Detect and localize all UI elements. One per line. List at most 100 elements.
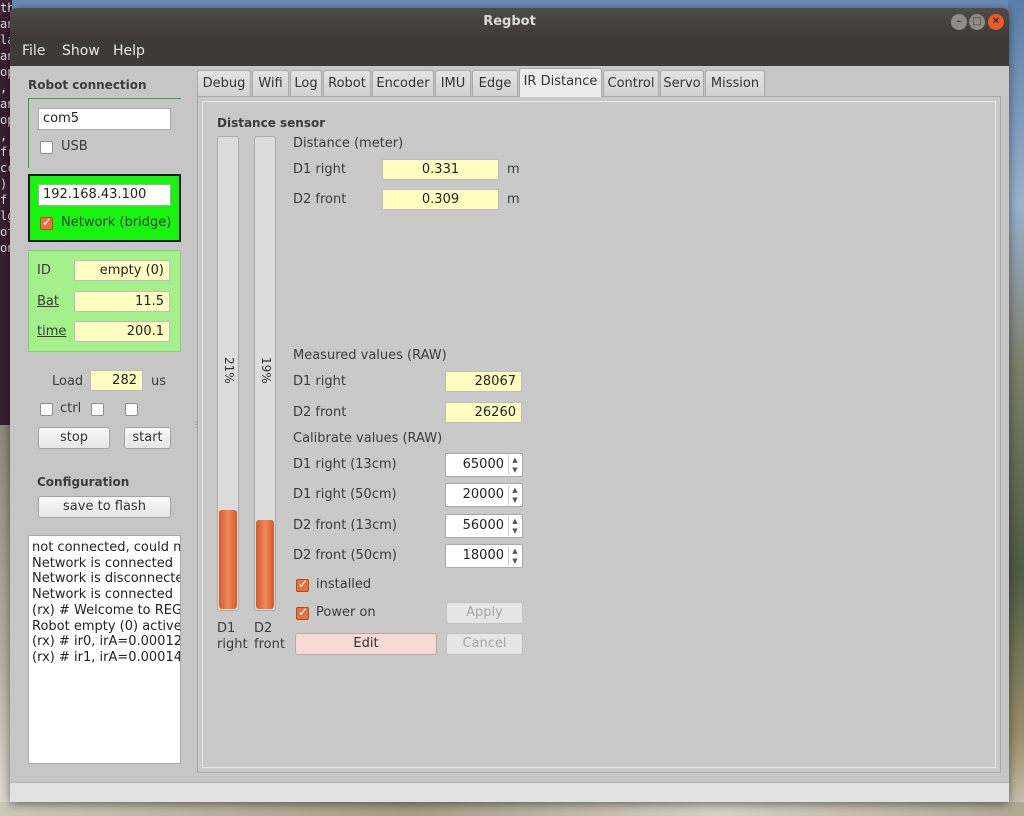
save-to-flash-button[interactable]: save to flash — [38, 496, 171, 518]
raw-d2-front-value: 26260 — [445, 402, 522, 423]
start-button[interactable]: start — [124, 427, 171, 449]
option-checkbox-2[interactable] — [91, 403, 104, 416]
calibrate-values-heading: Calibrate values (RAW) — [293, 431, 443, 446]
desktop-wallpaper-bottom — [0, 802, 1024, 816]
d1-distance-unit: m — [507, 162, 520, 177]
load-value: 282 — [90, 370, 143, 391]
installed-checkbox[interactable] — [296, 577, 309, 592]
robot-connection-heading: Robot connection — [28, 78, 147, 92]
time-value: 200.1 — [74, 321, 170, 342]
cal-d1-13cm-value: 65000 — [462, 457, 504, 472]
close-icon[interactable]: ✕ — [988, 14, 1004, 30]
desktop-wallpaper-right — [1008, 0, 1024, 816]
cal-d2-13cm-label: D2 front (13cm) — [293, 518, 397, 533]
usb-label: USB — [61, 139, 88, 154]
log-line: (rx) # Welcome to REGB — [32, 602, 181, 618]
splitter-handle[interactable]: ⋮ — [192, 420, 200, 430]
cal-d2-50cm-value: 18000 — [462, 548, 504, 563]
tab-wifi[interactable]: Wifi — [252, 70, 289, 97]
log-line: not connected, could no — [32, 540, 181, 555]
installed-label: installed — [316, 577, 372, 592]
connection-divider-left — [28, 98, 29, 168]
d2-distance-unit: m — [507, 192, 520, 207]
cal-d1-13cm-spinbox[interactable]: 65000 ▲ ▼ — [445, 453, 523, 477]
cal-d1-50cm-spinbox[interactable]: 20000 ▲ ▼ — [445, 483, 523, 507]
status-bar — [10, 782, 1009, 802]
tab-imu[interactable]: IMU — [435, 70, 471, 97]
d2-front-bar-label: D2 front — [254, 621, 285, 653]
tab-debug[interactable]: Debug — [197, 70, 251, 97]
id-value: empty (0) — [74, 260, 170, 281]
power-on-checkbox[interactable] — [296, 605, 309, 620]
tab-robot[interactable]: Robot — [323, 70, 371, 97]
d1-bar-label-line1: D1 — [217, 621, 236, 636]
battery-value: 11.5 — [74, 291, 170, 312]
spin-arrows-icon[interactable]: ▲ ▼ — [508, 485, 521, 505]
d2-front-level-bar: 19% — [254, 136, 276, 611]
tab-log[interactable]: Log — [290, 70, 322, 97]
menu-show[interactable]: Show — [62, 43, 100, 59]
ctrl-label: ctrl — [60, 401, 82, 416]
edit-button[interactable]: Edit — [295, 633, 437, 655]
network-bridge-label: Network (bridge) — [61, 215, 172, 230]
d2-bar-label-line1: D2 — [254, 621, 273, 636]
tab-servo[interactable]: Servo — [660, 70, 704, 97]
option-checkbox-3[interactable] — [125, 403, 138, 416]
usb-checkbox[interactable] — [40, 141, 53, 154]
measured-values-heading: Measured values (RAW) — [293, 348, 447, 363]
cal-d2-13cm-spinbox[interactable]: 56000 ▲ ▼ — [445, 514, 523, 538]
power-on-label: Power on — [316, 605, 376, 620]
d1-right-bar-label: D1 right — [217, 621, 248, 653]
menu-help[interactable]: Help — [113, 43, 145, 59]
cal-d2-50cm-spinbox[interactable]: 18000 ▲ ▼ — [445, 544, 523, 568]
d1-right-percent: 21% — [222, 357, 236, 384]
spin-arrows-icon[interactable]: ▲ ▼ — [508, 516, 521, 536]
time-label: time — [37, 324, 67, 339]
tab-control[interactable]: Control — [603, 70, 659, 97]
cal-d1-50cm-label: D1 right (50cm) — [293, 487, 397, 502]
log-line: Robot empty (0) active — [32, 618, 181, 634]
log-line: (rx) # ir0, irA=0.0001264 — [32, 634, 181, 650]
spin-arrows-icon[interactable]: ▲ ▼ — [508, 455, 521, 475]
raw-d1-right-value: 28067 — [445, 371, 522, 392]
d2-front-level-fill — [256, 520, 274, 609]
menu-file[interactable]: File — [22, 43, 45, 59]
window-title: Regbot — [483, 14, 536, 29]
spin-arrows-icon[interactable]: ▲ ▼ — [508, 546, 521, 566]
tab-mission[interactable]: Mission — [705, 70, 765, 97]
d1-right-level-bar: 21% — [217, 136, 239, 611]
maximize-icon[interactable]: □ — [969, 14, 985, 30]
load-label: Load — [52, 374, 84, 389]
raw-d1-right-label: D1 right — [293, 374, 346, 389]
d1-right-distance-value: 0.331 — [382, 159, 499, 180]
com-port-input[interactable]: com5 — [38, 108, 171, 130]
log-line: (rx) # ir1, irA=0.0001497 — [32, 649, 181, 665]
menu-bar: File Show Help — [10, 38, 1009, 66]
message-log[interactable]: not connected, could no Network is connec… — [28, 535, 181, 764]
tab-ir-distance[interactable]: IR Distance — [519, 68, 602, 97]
tab-encoder[interactable]: Encoder — [372, 70, 434, 97]
regbot-window: Regbot – □ ✕ File Show Help Robot connec… — [10, 8, 1009, 802]
ip-address-input[interactable]: 192.168.43.100 — [38, 184, 171, 206]
ctrl-checkbox[interactable] — [40, 403, 53, 416]
log-line: Network is disconnected — [32, 571, 181, 587]
d1-bar-label-line2: right — [217, 637, 248, 652]
bat-label: Bat — [37, 294, 59, 309]
tab-edge[interactable]: Edge — [472, 70, 518, 97]
cal-d2-13cm-value: 56000 — [462, 518, 504, 533]
apply-button[interactable]: Apply — [446, 602, 523, 624]
log-line: Network is connected — [32, 555, 174, 571]
distance-meter-heading: Distance (meter) — [293, 136, 404, 151]
d1-right-level-fill — [219, 510, 237, 609]
connection-divider — [28, 98, 181, 99]
d2-front-distance-label: D2 front — [293, 192, 347, 207]
stop-button[interactable]: stop — [38, 427, 110, 449]
cal-d1-50cm-value: 20000 — [462, 487, 504, 502]
id-label: ID — [37, 263, 51, 278]
d1-right-distance-label: D1 right — [293, 162, 346, 177]
cancel-button[interactable]: Cancel — [446, 633, 523, 655]
title-bar[interactable]: Regbot – □ ✕ — [10, 8, 1009, 38]
cal-d2-50cm-label: D2 front (50cm) — [293, 548, 397, 563]
network-bridge-checkbox[interactable] — [40, 215, 53, 230]
minimize-icon[interactable]: – — [951, 14, 967, 30]
